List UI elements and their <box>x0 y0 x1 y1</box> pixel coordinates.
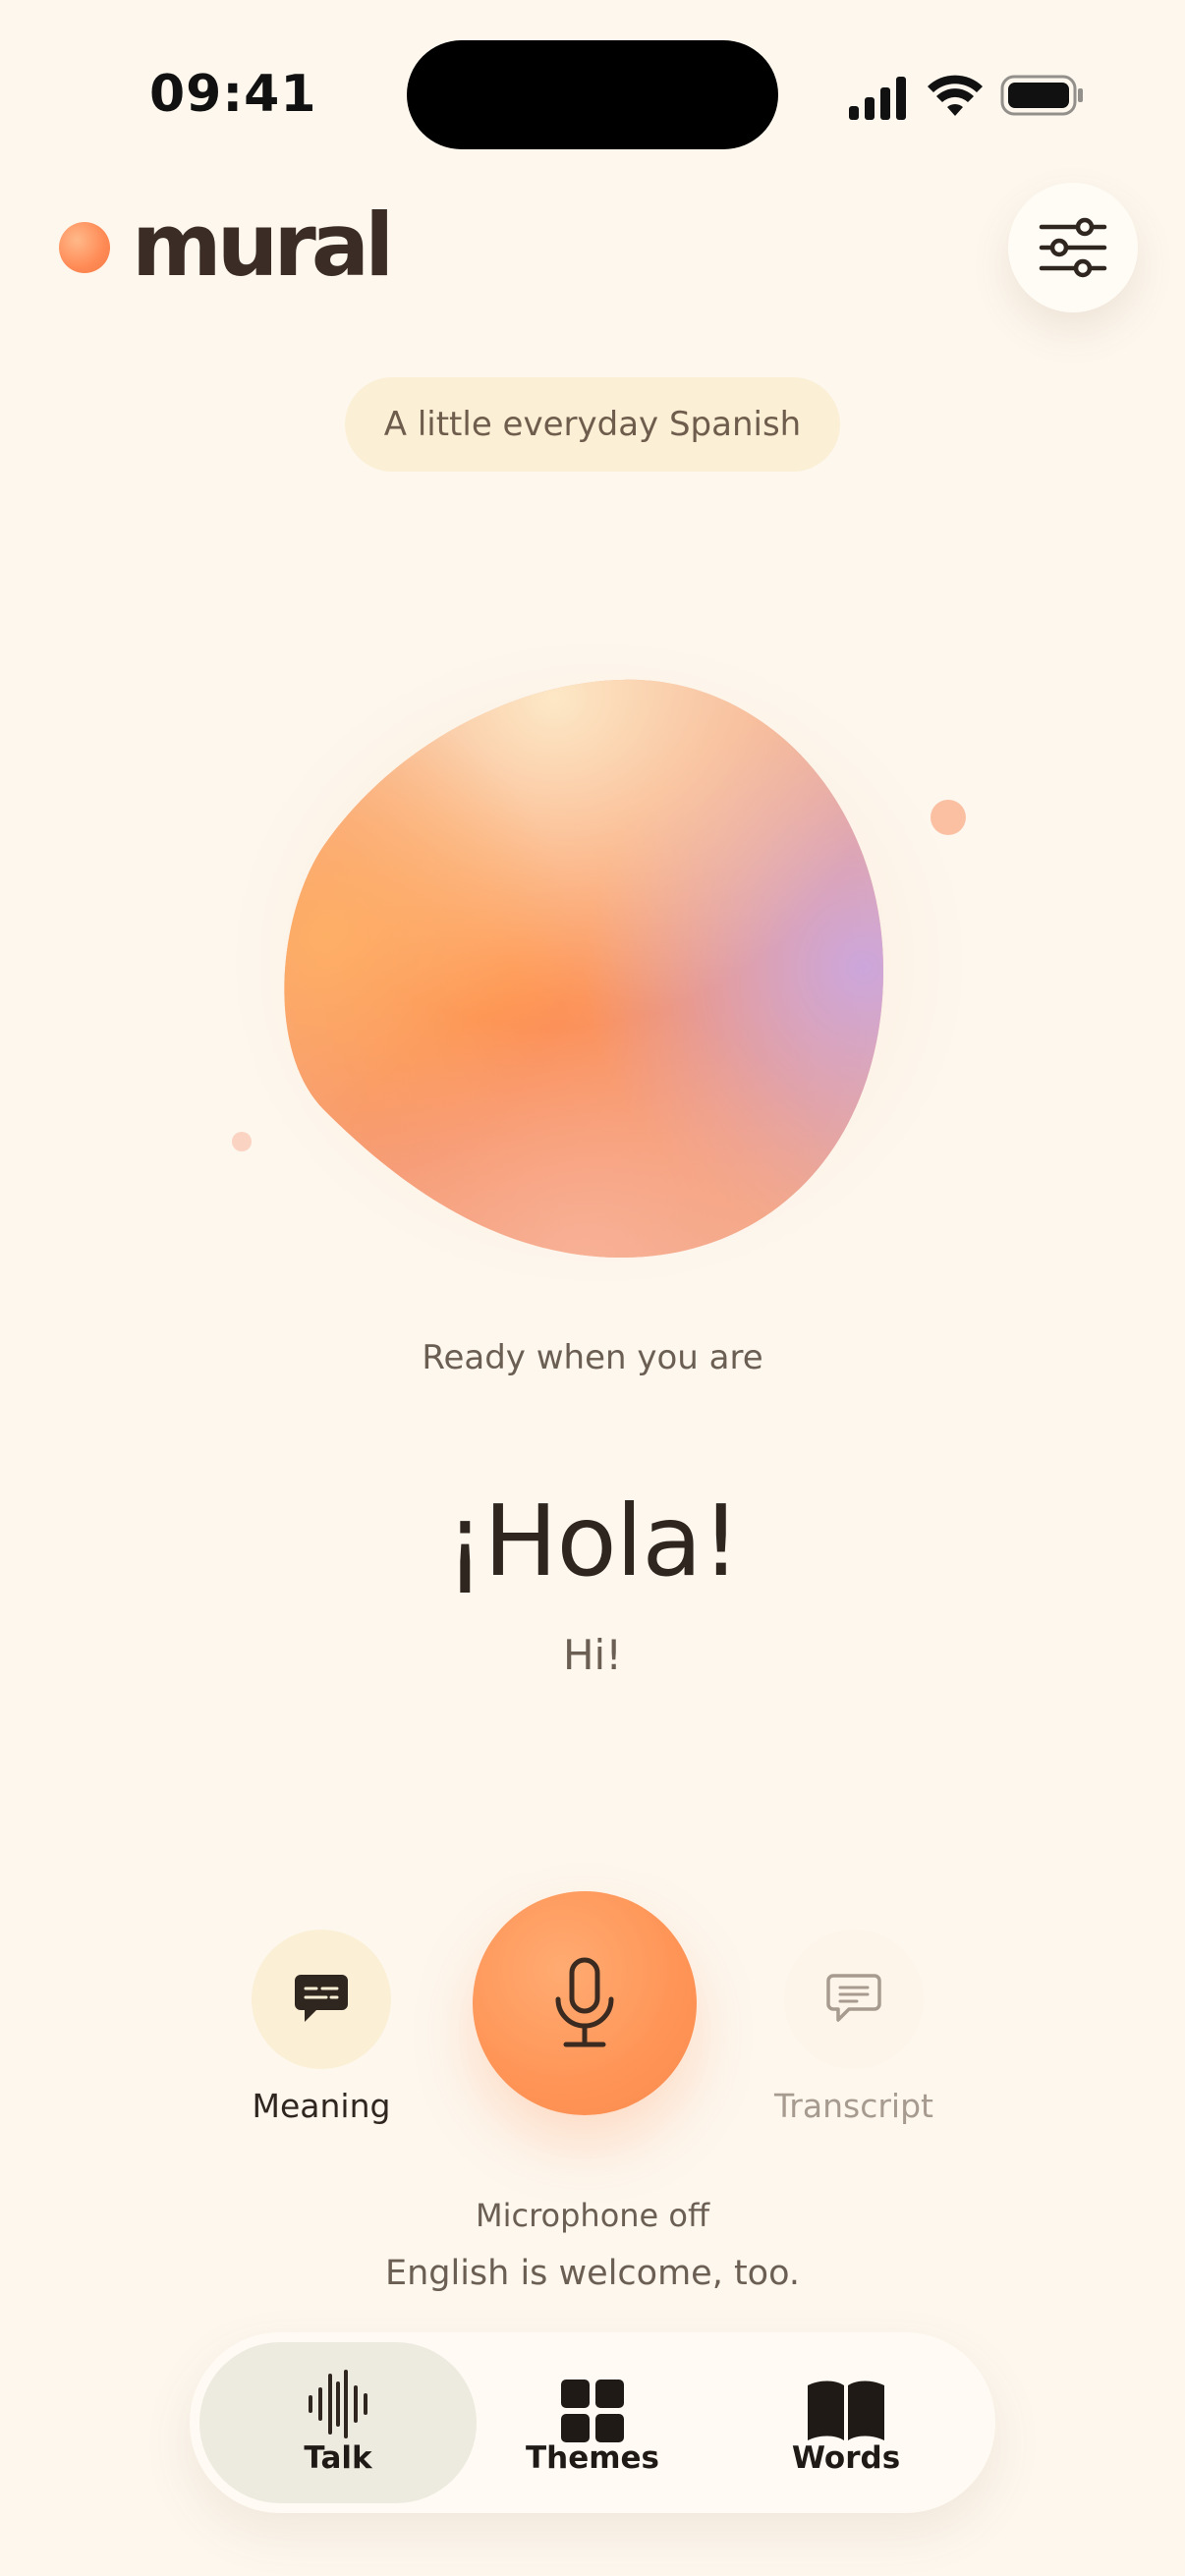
spanish-phrase: ¡Hola! <box>445 1484 741 1598</box>
meaning-label: Meaning <box>252 2087 391 2125</box>
microphone-button[interactable] <box>473 1891 697 2115</box>
waveform-icon <box>309 2370 367 2438</box>
tab-themes-label: Themes <box>525 2440 660 2476</box>
transcript-label: Transcript <box>774 2087 933 2125</box>
microphone-status: Microphone off <box>475 2197 710 2234</box>
meaning-button[interactable] <box>252 1930 391 2069</box>
tab-themes[interactable]: Themes <box>454 2342 731 2503</box>
tab-talk[interactable]: Talk <box>199 2342 477 2503</box>
speech-bubble-icon <box>295 1975 348 2022</box>
microphone-icon <box>555 1957 614 2047</box>
grid-icon <box>561 2380 624 2442</box>
tab-bar: Talk Themes Words <box>190 2332 995 2513</box>
language-hint: English is welcome, too. <box>384 2254 801 2293</box>
floating-dot <box>232 1132 252 1151</box>
ready-status: Ready when you are <box>422 1338 763 1377</box>
tab-words[interactable]: Words <box>707 2342 985 2503</box>
floating-dot <box>931 800 966 835</box>
book-icon <box>808 2380 884 2440</box>
tab-talk-label: Talk <box>304 2440 372 2476</box>
transcript-button[interactable] <box>784 1930 924 2069</box>
tab-words-label: Words <box>791 2440 901 2476</box>
screen: 09:41 mural A little everyday Spanish Re… <box>0 0 1185 2576</box>
english-translation: Hi! <box>562 1631 623 1679</box>
voice-blob <box>232 679 966 1259</box>
message-lines-icon <box>826 1974 881 2022</box>
